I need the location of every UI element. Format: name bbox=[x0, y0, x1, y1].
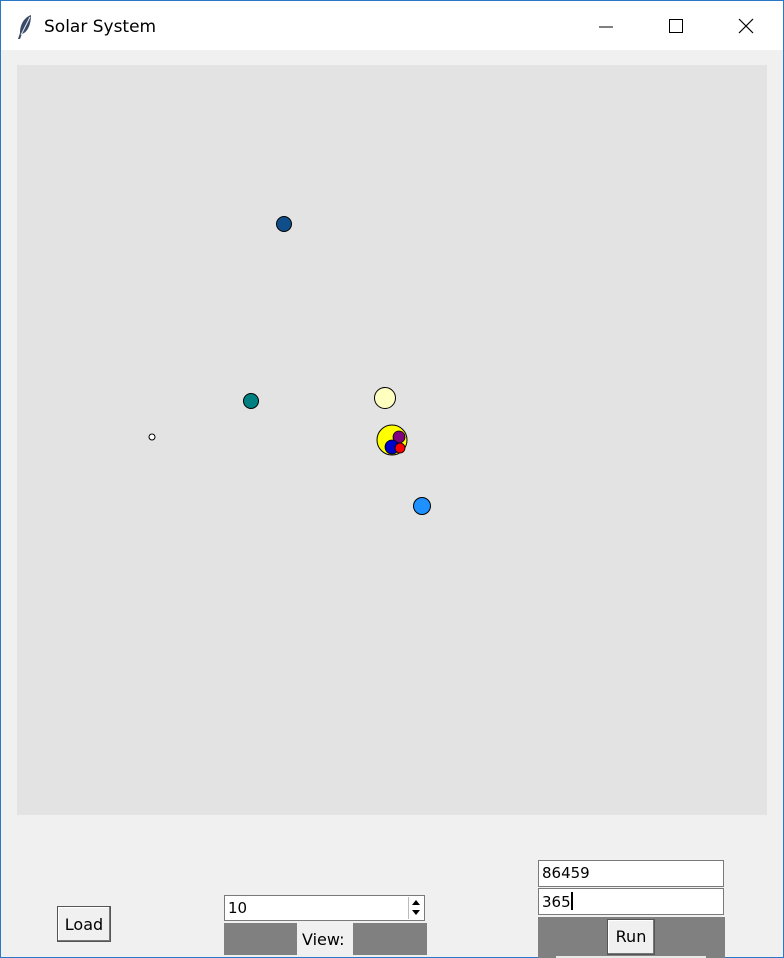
simulation-canvas[interactable] bbox=[17, 65, 767, 815]
feather-icon bbox=[18, 15, 31, 39]
zoom-spinbox[interactable]: 10 bbox=[224, 895, 425, 921]
jupiter-planet bbox=[374, 387, 396, 409]
uranus-planet bbox=[243, 393, 259, 409]
pluto-planet bbox=[148, 433, 156, 441]
minimize-icon bbox=[599, 26, 613, 28]
maximize-button[interactable] bbox=[642, 1, 712, 50]
run-panel: Run bbox=[538, 917, 725, 958]
load-button[interactable]: Load bbox=[57, 906, 111, 942]
view-right-panel bbox=[353, 923, 427, 955]
window-title: Solar System bbox=[44, 17, 157, 37]
solar-system-drawing bbox=[148, 216, 431, 515]
spinbox-arrows[interactable] bbox=[408, 897, 423, 919]
steps-input-content: 365 bbox=[542, 892, 573, 911]
spinbox-value: 10 bbox=[228, 899, 248, 917]
maximize-icon bbox=[669, 19, 683, 33]
steps-input[interactable]: 365 bbox=[538, 888, 724, 915]
steps-value: 365 bbox=[542, 893, 571, 911]
view-label: View: bbox=[302, 930, 345, 949]
timestep-value: 86459 bbox=[542, 864, 590, 882]
neptune-planet bbox=[276, 216, 292, 232]
spin-down-icon[interactable] bbox=[412, 910, 420, 915]
close-button[interactable] bbox=[712, 1, 782, 50]
close-icon bbox=[738, 18, 754, 34]
spin-up-icon[interactable] bbox=[412, 900, 420, 905]
minimize-button[interactable] bbox=[572, 1, 642, 50]
run-button[interactable]: Run bbox=[607, 919, 655, 955]
title-bar[interactable]: Solar System bbox=[1, 1, 783, 50]
view-left-panel bbox=[224, 923, 297, 955]
saturn-planet bbox=[413, 497, 431, 515]
text-caret bbox=[570, 892, 573, 910]
view-controls: View: bbox=[224, 923, 427, 955]
timestep-input[interactable]: 86459 bbox=[538, 860, 724, 887]
mercury-planet bbox=[394, 442, 406, 454]
